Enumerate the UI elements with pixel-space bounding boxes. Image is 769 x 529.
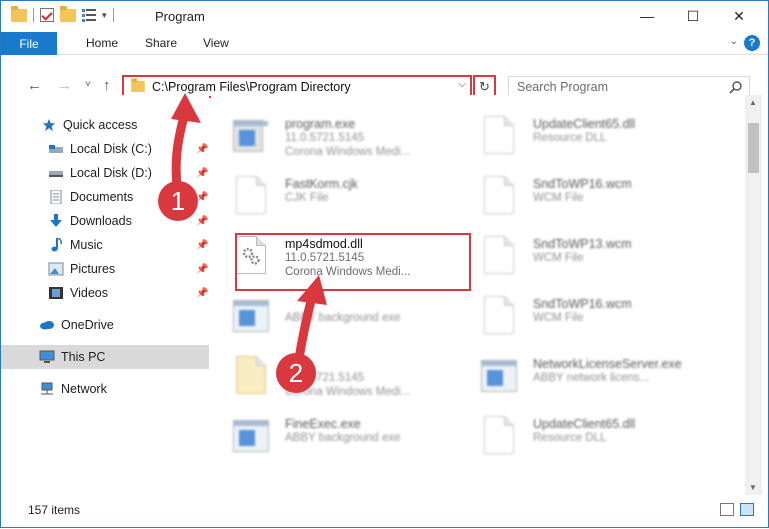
status-bar: 157 items <box>1 495 768 527</box>
tiles-view-icon[interactable] <box>740 503 754 516</box>
step-2-badge: 2 <box>276 353 316 393</box>
explorer-window: ▾ Program — ☐ ✕ File Home Share View ⌄ ?… <box>0 0 769 528</box>
annotation-arrows <box>171 93 327 378</box>
details-view-icon[interactable] <box>720 503 734 516</box>
step-1-badge: 1 <box>158 181 198 221</box>
item-count: 157 items <box>28 503 81 517</box>
view-toggle <box>720 503 754 516</box>
